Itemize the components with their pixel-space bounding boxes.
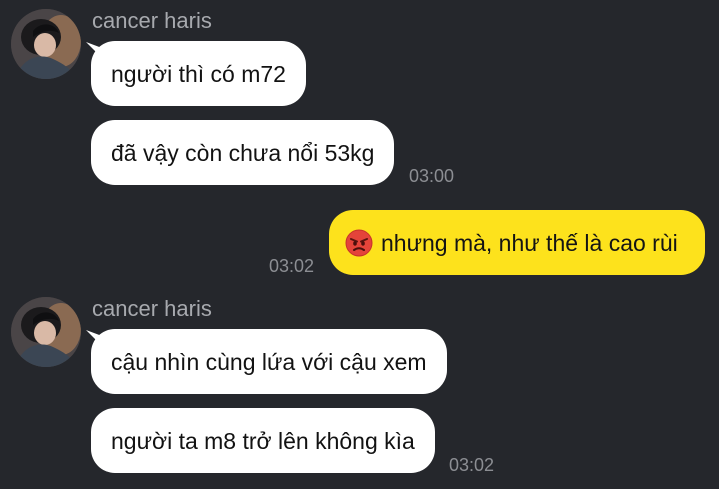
message-text: cậu nhìn cùng lứa với cậu xem	[111, 348, 427, 375]
message-bubble[interactable]: đã vậy còn chưa nổi 53kg	[91, 120, 395, 185]
message-bubble[interactable]: cậu nhìn cùng lứa với cậu xem	[91, 329, 447, 394]
message-timestamp: 03:02	[449, 455, 495, 475]
message-text: nhưng mà, như thế là cao rùi	[381, 229, 678, 256]
my-message-bubble[interactable]: nhưng mà, như thế là cao rùi	[329, 210, 705, 275]
sender-name: cancer haris	[92, 8, 212, 33]
sender-avatar[interactable]	[11, 297, 81, 367]
message-bubble[interactable]: người ta m8 trở lên không kìa	[91, 408, 435, 473]
sender-avatar[interactable]	[11, 9, 81, 79]
message-text: đã vậy còn chưa nổi 53kg	[111, 139, 375, 166]
message-text: người thì có m72	[111, 60, 286, 87]
sender-name: cancer haris	[92, 296, 212, 321]
message-timestamp: 03:02	[269, 256, 315, 276]
message-text: người ta m8 trở lên không kìa	[111, 427, 415, 454]
message-timestamp: 03:00	[409, 166, 455, 186]
message-bubble[interactable]: người thì có m72	[91, 41, 306, 106]
angry-face-icon	[345, 229, 373, 257]
